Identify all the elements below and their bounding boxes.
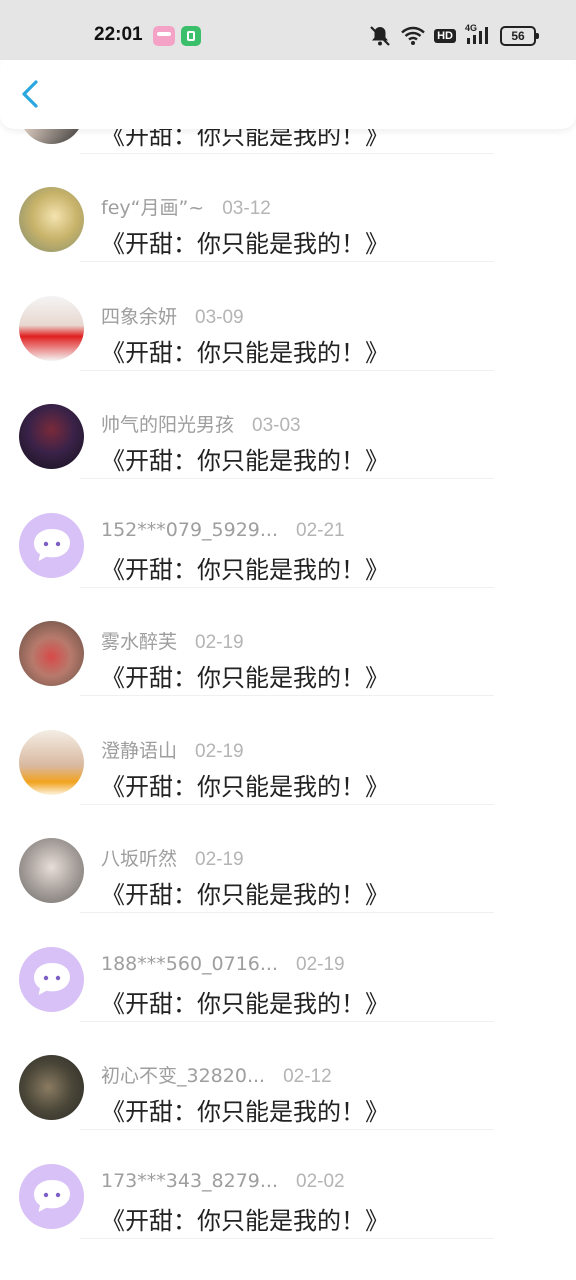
comment-meta: 四象余妍 03-09 [101,302,244,329]
hd-icon: HD [434,29,456,43]
comment-meta: 澄静语山 02-19 [101,736,244,763]
comment-text: 《开甜：你只能是我的！》 [101,1098,389,1126]
list-item[interactable]: 澄静语山 02-19 《开甜：你只能是我的！》 [0,696,576,805]
comment-meta: 初心不变_32820... 02-12 [101,1061,332,1088]
comment-meta: 188***560_0716... 02-19 [101,953,345,976]
list-item[interactable]: 八坂听然 02-19 《开甜：你只能是我的！》 [0,804,576,913]
comment-date: 03-09 [195,306,244,328]
comment-meta: fey“月画”~ 03-12 [101,193,271,220]
list-item[interactable]: 188***560_0716... 02-19 《开甜：你只能是我的！》 [0,913,576,1022]
user-name[interactable]: 初心不变_32820... [101,1065,265,1087]
comment-date: 02-19 [296,953,345,975]
status-icons: HD 4G 56 [368,23,539,48]
list-item[interactable]: 帅气的阳光男孩 03-03 《开甜：你只能是我的！》 [0,370,576,479]
mute-bell-icon [370,26,390,46]
comment-date: 02-12 [283,1066,332,1087]
comment-date: 03-03 [252,415,301,436]
avatar[interactable] [19,187,84,252]
list-item[interactable]: 雾水醉芙 02-19 《开甜：你只能是我的！》 [0,587,576,696]
comment-text: 《开甜：你只能是我的！》 [101,555,389,584]
divider [80,1237,494,1239]
list-item[interactable]: 152***079_5929... 02-21 《开甜：你只能是我的！》 [0,479,576,588]
comment-meta: 173***343_8279... 02-02 [101,1170,345,1193]
comment-meta: 雾水醉芙 02-19 [101,627,244,654]
user-name[interactable]: 173***343_8279... [101,1170,278,1192]
signal-icon: 4G [465,23,491,46]
wifi-icon [401,26,425,45]
avatar[interactable] [19,621,84,686]
status-time: 22:01 [94,24,143,45]
comment-text: 《开甜：你只能是我的！》 [101,230,389,258]
list-item[interactable]: 初心不变_32820... 02-12 《开甜：你只能是我的！》 [0,1021,576,1130]
comment-text: 《开甜：你只能是我的！》 [101,1206,389,1235]
comment-date: 02-19 [195,849,244,870]
comment-meta: 八坂听然 02-19 [101,844,244,871]
user-name[interactable]: 八坂听然 [101,848,177,870]
comment-date: 02-02 [296,1170,345,1192]
comment-meta: 帅气的阳光男孩 03-03 [101,410,301,437]
user-name[interactable]: 雾水醉芙 [101,631,177,653]
user-name[interactable]: 四象余妍 [101,306,177,328]
comment-date: 02-19 [195,740,244,762]
chat-bubble-icon [33,963,70,995]
avatar[interactable] [19,729,84,795]
comment-date: 02-21 [296,519,345,541]
pink-app-icon [153,26,175,46]
comment-date: 03-12 [222,198,271,219]
avatar[interactable] [19,295,84,361]
avatar[interactable] [19,512,84,578]
comment-text: 《开甜：你只能是我的！》 [101,881,389,909]
avatar[interactable] [19,1055,84,1120]
comment-text: 《开甜：你只能是我的！》 [101,338,389,367]
chat-bubble-icon [33,529,70,561]
avatar[interactable] [19,404,84,469]
comment-list: 《开甜：你只能是我的！》 fey“月画”~ 03-12 《开甜：你只能是我的！》 … [0,79,576,1239]
user-name[interactable]: 帅气的阳光男孩 [101,414,234,436]
chevron-left-icon[interactable] [14,74,50,114]
nav-bar [0,56,576,129]
list-item[interactable]: 四象余妍 03-09 《开甜：你只能是我的！》 [0,262,576,371]
comment-meta: 152***079_5929... 02-21 [101,519,345,542]
avatar[interactable] [19,1163,84,1229]
user-name[interactable]: 澄静语山 [101,740,177,762]
comment-text: 《开甜：你只能是我的！》 [101,772,389,801]
green-app-icon [181,26,201,46]
user-name[interactable]: fey“月画”~ [101,197,204,219]
user-name[interactable]: 152***079_5929... [101,519,278,541]
comment-text: 《开甜：你只能是我的！》 [101,664,389,692]
list-item[interactable]: fey“月画”~ 03-12 《开甜：你只能是我的！》 [0,153,576,262]
comment-text: 《开甜：你只能是我的！》 [101,447,389,475]
comment-text: 《开甜：你只能是我的！》 [101,989,389,1018]
list-item[interactable]: 173***343_8279... 02-02 《开甜：你只能是我的！》 [0,1130,576,1239]
user-name[interactable]: 188***560_0716... [101,953,278,975]
comment-date: 02-19 [195,632,244,653]
status-bar: 22:01 HD 4G 56 [0,0,576,60]
avatar[interactable] [19,838,84,903]
avatar[interactable] [19,946,84,1012]
chat-bubble-icon [33,1180,70,1212]
battery-icon: 56 [500,26,539,46]
